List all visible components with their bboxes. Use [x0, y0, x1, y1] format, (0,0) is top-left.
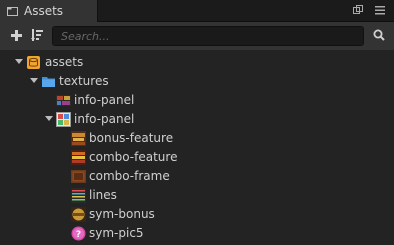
sprite-thumbnail-icon	[71, 150, 86, 165]
tree-item-label: sym-pic5	[89, 226, 144, 240]
tree-item-textures[interactable]: textures	[0, 72, 394, 91]
folder-icon	[7, 6, 18, 17]
database-icon	[26, 55, 41, 70]
expand-arrow-icon[interactable]	[45, 116, 53, 121]
add-icon[interactable]	[9, 28, 23, 42]
tree-item-label: info-panel	[74, 93, 135, 107]
tab-title: Assets	[24, 4, 64, 18]
tree-item-assets[interactable]: assets	[0, 53, 394, 72]
search-field[interactable]	[52, 26, 364, 46]
tree-item-label: assets	[45, 55, 84, 69]
sprite-thumbnail-icon	[71, 188, 86, 203]
search-input[interactable]	[53, 27, 363, 45]
sprite-thumbnail-icon	[71, 131, 86, 146]
tree-item-label: sym-bonus	[89, 207, 155, 221]
panel-tab-bar: Assets	[0, 0, 394, 22]
sprite-thumbnail-icon	[71, 207, 86, 222]
sprite-thumbnail-icon	[71, 169, 86, 184]
tree-item-combo-frame[interactable]: combo-frame	[0, 167, 394, 186]
sort-icon[interactable]	[30, 28, 44, 42]
svg-text:?: ?	[76, 230, 81, 240]
tree-item-info-panel-atlas[interactable]: info-panel	[0, 110, 394, 129]
expand-arrow-icon[interactable]	[15, 59, 23, 64]
tree-item-bonus-feature[interactable]: bonus-feature	[0, 129, 394, 148]
tree-item-lines[interactable]: lines	[0, 186, 394, 205]
tab-assets[interactable]: Assets	[0, 0, 98, 22]
tree-item-label: textures	[59, 74, 109, 88]
tree-item-sym-bonus[interactable]: sym-bonus	[0, 205, 394, 224]
question-mark-icon: ?	[71, 226, 86, 241]
tree-item-combo-feature[interactable]: combo-feature	[0, 148, 394, 167]
tree-item-info-panel-texture[interactable]: info-panel	[0, 91, 394, 110]
asset-tree: assets textures info-panel info-panel bo…	[0, 50, 394, 245]
tree-item-sym-pic5[interactable]: ? sym-pic5	[0, 224, 394, 243]
expand-arrow-icon[interactable]	[30, 78, 38, 83]
maximize-icon[interactable]	[352, 4, 364, 16]
assets-toolbar	[0, 22, 394, 50]
texture-thumbnail-icon	[56, 93, 71, 108]
search-icon[interactable]	[372, 28, 386, 42]
menu-icon[interactable]	[374, 4, 386, 16]
sprite-atlas-icon	[56, 112, 71, 127]
tree-item-label: info-panel	[74, 112, 135, 126]
tree-item-label: bonus-feature	[89, 131, 174, 145]
tree-item-label: combo-frame	[89, 169, 170, 183]
folder-icon	[41, 74, 56, 89]
tree-item-label: combo-feature	[89, 150, 178, 164]
tree-item-label: lines	[89, 188, 117, 202]
